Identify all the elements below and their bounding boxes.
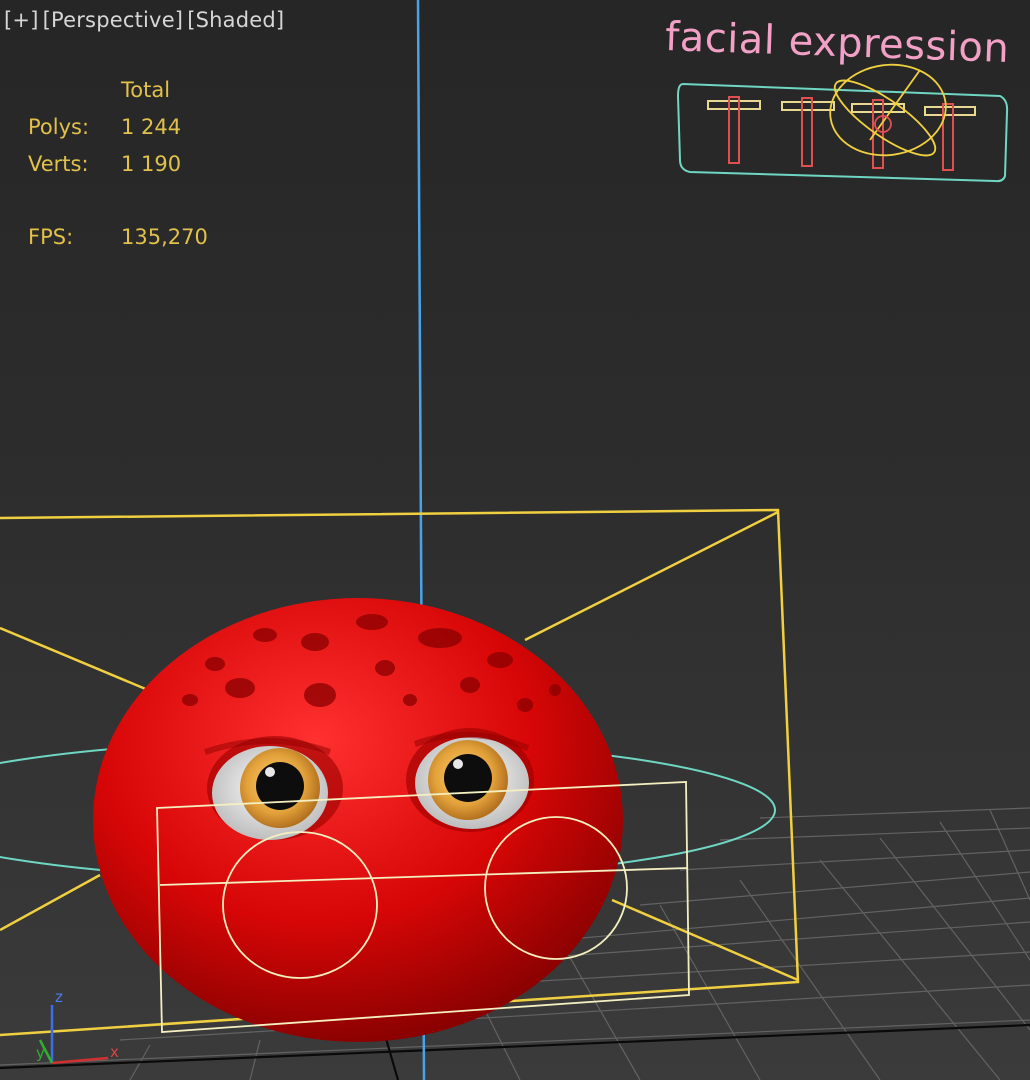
grid-axis-line xyxy=(383,1034,400,1080)
polys-value: 1 244 xyxy=(121,115,182,139)
stats-header: Total xyxy=(121,78,171,102)
axis-z-label: z xyxy=(55,988,63,1006)
perspective-viewport[interactable]: z x y [+] [Perspective] [Shaded] Total Pol… xyxy=(0,0,1030,1080)
viewport-shading-menu[interactable]: [Shaded] xyxy=(187,8,284,32)
viewport-general-menu[interactable]: [+] xyxy=(4,8,39,32)
axis-y-label: y xyxy=(36,1044,45,1062)
verts-label: Verts: xyxy=(28,152,89,176)
facial-rig-panel[interactable] xyxy=(676,57,1009,183)
viewport-point-of-view-menu[interactable]: [Perspective] xyxy=(43,8,184,32)
character-body[interactable] xyxy=(93,598,623,1042)
right-eye xyxy=(415,737,529,829)
viewport-label-menu: [+] [Perspective] [Shaded] xyxy=(4,8,288,32)
fps-value: 135,270 xyxy=(121,225,208,249)
fps-label: FPS: xyxy=(28,225,74,249)
verts-value: 1 190 xyxy=(121,152,182,176)
polys-label: Polys: xyxy=(28,115,90,139)
left-eye xyxy=(212,746,328,840)
axis-x-label: x xyxy=(110,1043,119,1061)
